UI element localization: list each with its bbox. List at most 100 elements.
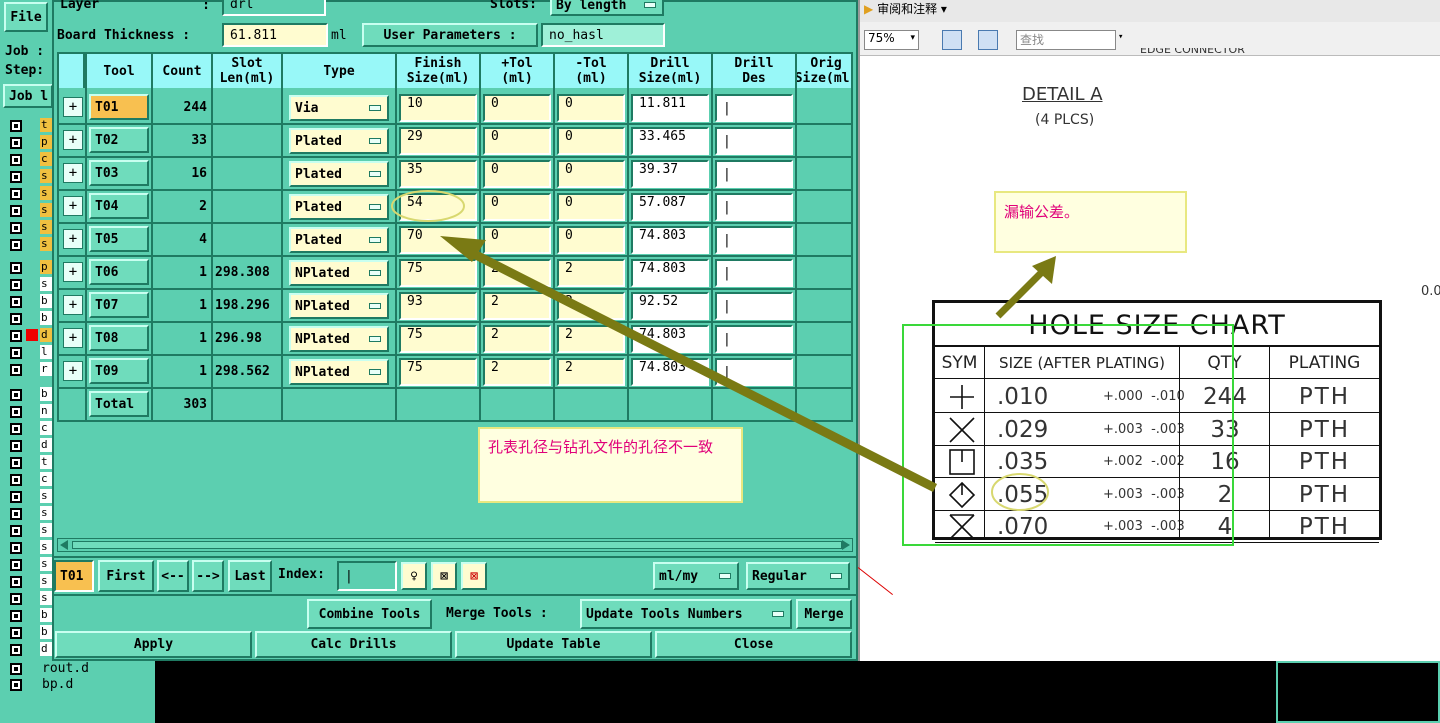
expand-plus-icon[interactable]: + <box>63 262 83 282</box>
layer-checkbox[interactable] <box>10 262 22 274</box>
update-tools-select[interactable]: Update Tools Numbers <box>580 599 792 629</box>
layer-checkbox[interactable] <box>10 542 22 554</box>
type-select[interactable]: NPlated <box>289 326 389 352</box>
tool-button[interactable]: T06 <box>89 259 149 285</box>
index-input[interactable]: | <box>337 561 397 591</box>
update-table-button[interactable]: Update Table <box>455 631 652 658</box>
user-parameters-input[interactable]: no_hasl <box>541 23 665 47</box>
layer-checkbox[interactable] <box>10 313 22 325</box>
mode-select[interactable]: Regular <box>746 562 850 590</box>
type-select[interactable]: Via <box>289 95 389 121</box>
plus-tol-input[interactable]: 2 <box>483 292 551 320</box>
layer-checkbox[interactable] <box>10 279 22 291</box>
tool-button[interactable]: T08 <box>89 325 149 351</box>
finish-size-input[interactable]: 75 <box>399 259 477 287</box>
layer-checkbox[interactable] <box>10 137 22 149</box>
fit-page-icon[interactable] <box>978 30 998 50</box>
layer-checkbox[interactable] <box>10 508 22 520</box>
calc-drills-button[interactable]: Calc Drills <box>255 631 452 658</box>
first-button[interactable]: First <box>98 560 154 592</box>
drill-des-input[interactable]: | <box>715 226 793 254</box>
minus-tol-input[interactable]: 0 <box>557 226 625 254</box>
drill-size-input[interactable]: 74.803 <box>631 226 709 254</box>
layer-bp[interactable]: bp.d <box>42 677 73 692</box>
layer-checkbox[interactable] <box>10 663 22 675</box>
drill-size-input[interactable]: 92.52 <box>631 292 709 320</box>
layer-checkbox[interactable] <box>10 610 22 622</box>
type-select[interactable]: Plated <box>289 227 389 253</box>
type-select[interactable]: NPlated <box>289 293 389 319</box>
finish-size-input[interactable]: 35 <box>399 160 477 188</box>
column-header[interactable]: Count <box>153 54 211 88</box>
tool-button[interactable]: T01 <box>89 94 149 120</box>
drill-size-input[interactable]: 74.803 <box>631 358 709 386</box>
tool-button[interactable]: T09 <box>89 358 149 384</box>
close-button[interactable]: Close <box>655 631 852 658</box>
layer-checkbox[interactable] <box>10 559 22 571</box>
drill-des-input[interactable]: | <box>715 160 793 188</box>
layer-checkbox[interactable] <box>10 593 22 605</box>
drill-des-input[interactable]: | <box>715 259 793 287</box>
minus-tol-input[interactable]: 0 <box>557 193 625 221</box>
finish-size-input[interactable]: 75 <box>399 358 477 386</box>
combine-tools-button[interactable]: Combine Tools <box>307 599 432 629</box>
layer-checkbox[interactable] <box>10 330 22 342</box>
type-select[interactable]: Plated <box>289 194 389 220</box>
tool-button[interactable]: T03 <box>89 160 149 186</box>
current-tool-field[interactable]: T01 <box>54 560 94 592</box>
bulb-icon[interactable]: ♀ <box>401 562 427 590</box>
layer-checkbox[interactable] <box>10 679 22 691</box>
column-header[interactable]: Orig Size(ml) <box>795 54 851 88</box>
tool-button[interactable]: T05 <box>89 226 149 252</box>
finish-size-input[interactable]: 29 <box>399 127 477 155</box>
minus-tol-input[interactable]: 0 <box>557 160 625 188</box>
type-select[interactable]: NPlated <box>289 359 389 385</box>
table-icon[interactable]: ⊠ <box>431 562 457 590</box>
drill-size-input[interactable]: 57.087 <box>631 193 709 221</box>
layer-checkbox[interactable] <box>10 239 22 251</box>
minus-tol-input[interactable]: 2 <box>557 325 625 353</box>
plus-tol-input[interactable]: 0 <box>483 160 551 188</box>
drill-size-input[interactable]: 33.465 <box>631 127 709 155</box>
drill-des-input[interactable]: | <box>715 358 793 386</box>
layer-checkbox[interactable] <box>10 474 22 486</box>
layer-checkbox[interactable] <box>10 222 22 234</box>
tool-button[interactable]: T04 <box>89 193 149 219</box>
expand-plus-icon[interactable]: + <box>63 130 83 150</box>
review-menu[interactable]: ▶ 审阅和注释 ▾ <box>864 0 947 17</box>
type-select[interactable]: Plated <box>289 161 389 187</box>
drill-des-input[interactable]: | <box>715 193 793 221</box>
column-header[interactable]: Drill Des <box>713 54 795 88</box>
column-header[interactable]: -Tol (ml) <box>555 54 627 88</box>
layer-checkbox[interactable] <box>10 296 22 308</box>
column-header[interactable]: +Tol (ml) <box>481 54 553 88</box>
expand-plus-icon[interactable]: + <box>63 196 83 216</box>
column-header[interactable]: Tool <box>87 54 151 88</box>
layer-checkbox[interactable] <box>10 627 22 639</box>
units-select[interactable]: ml/my <box>653 562 739 590</box>
search-input[interactable]: 查找 <box>1016 30 1116 50</box>
drill-des-input[interactable]: | <box>715 325 793 353</box>
plus-tol-input[interactable]: 0 <box>483 193 551 221</box>
finish-size-input[interactable]: 75 <box>399 325 477 353</box>
layer-checkbox[interactable] <box>10 423 22 435</box>
scroll-right-arrow[interactable] <box>842 540 850 550</box>
fit-width-icon[interactable] <box>942 30 962 50</box>
drill-des-input[interactable]: | <box>715 127 793 155</box>
drill-size-input[interactable]: 74.803 <box>631 325 709 353</box>
drill-des-input[interactable]: | <box>715 292 793 320</box>
minus-tol-input[interactable]: 2 <box>557 292 625 320</box>
next-button[interactable]: --> <box>192 560 224 592</box>
board-thickness-input[interactable]: 61.811 <box>222 23 328 47</box>
column-header[interactable]: Slot Len(ml) <box>213 54 281 88</box>
cancel-icon[interactable]: ⊠ <box>461 562 487 590</box>
prev-button[interactable]: <-- <box>157 560 189 592</box>
layer-field[interactable]: drl <box>222 0 326 16</box>
minus-tol-input[interactable]: 0 <box>557 94 625 122</box>
drill-size-input[interactable]: 74.803 <box>631 259 709 287</box>
layer-checkbox[interactable] <box>10 154 22 166</box>
finish-size-input[interactable]: 10 <box>399 94 477 122</box>
minus-tol-input[interactable]: 0 <box>557 127 625 155</box>
plus-tol-input[interactable]: 2 <box>483 259 551 287</box>
layer-checkbox[interactable] <box>10 205 22 217</box>
